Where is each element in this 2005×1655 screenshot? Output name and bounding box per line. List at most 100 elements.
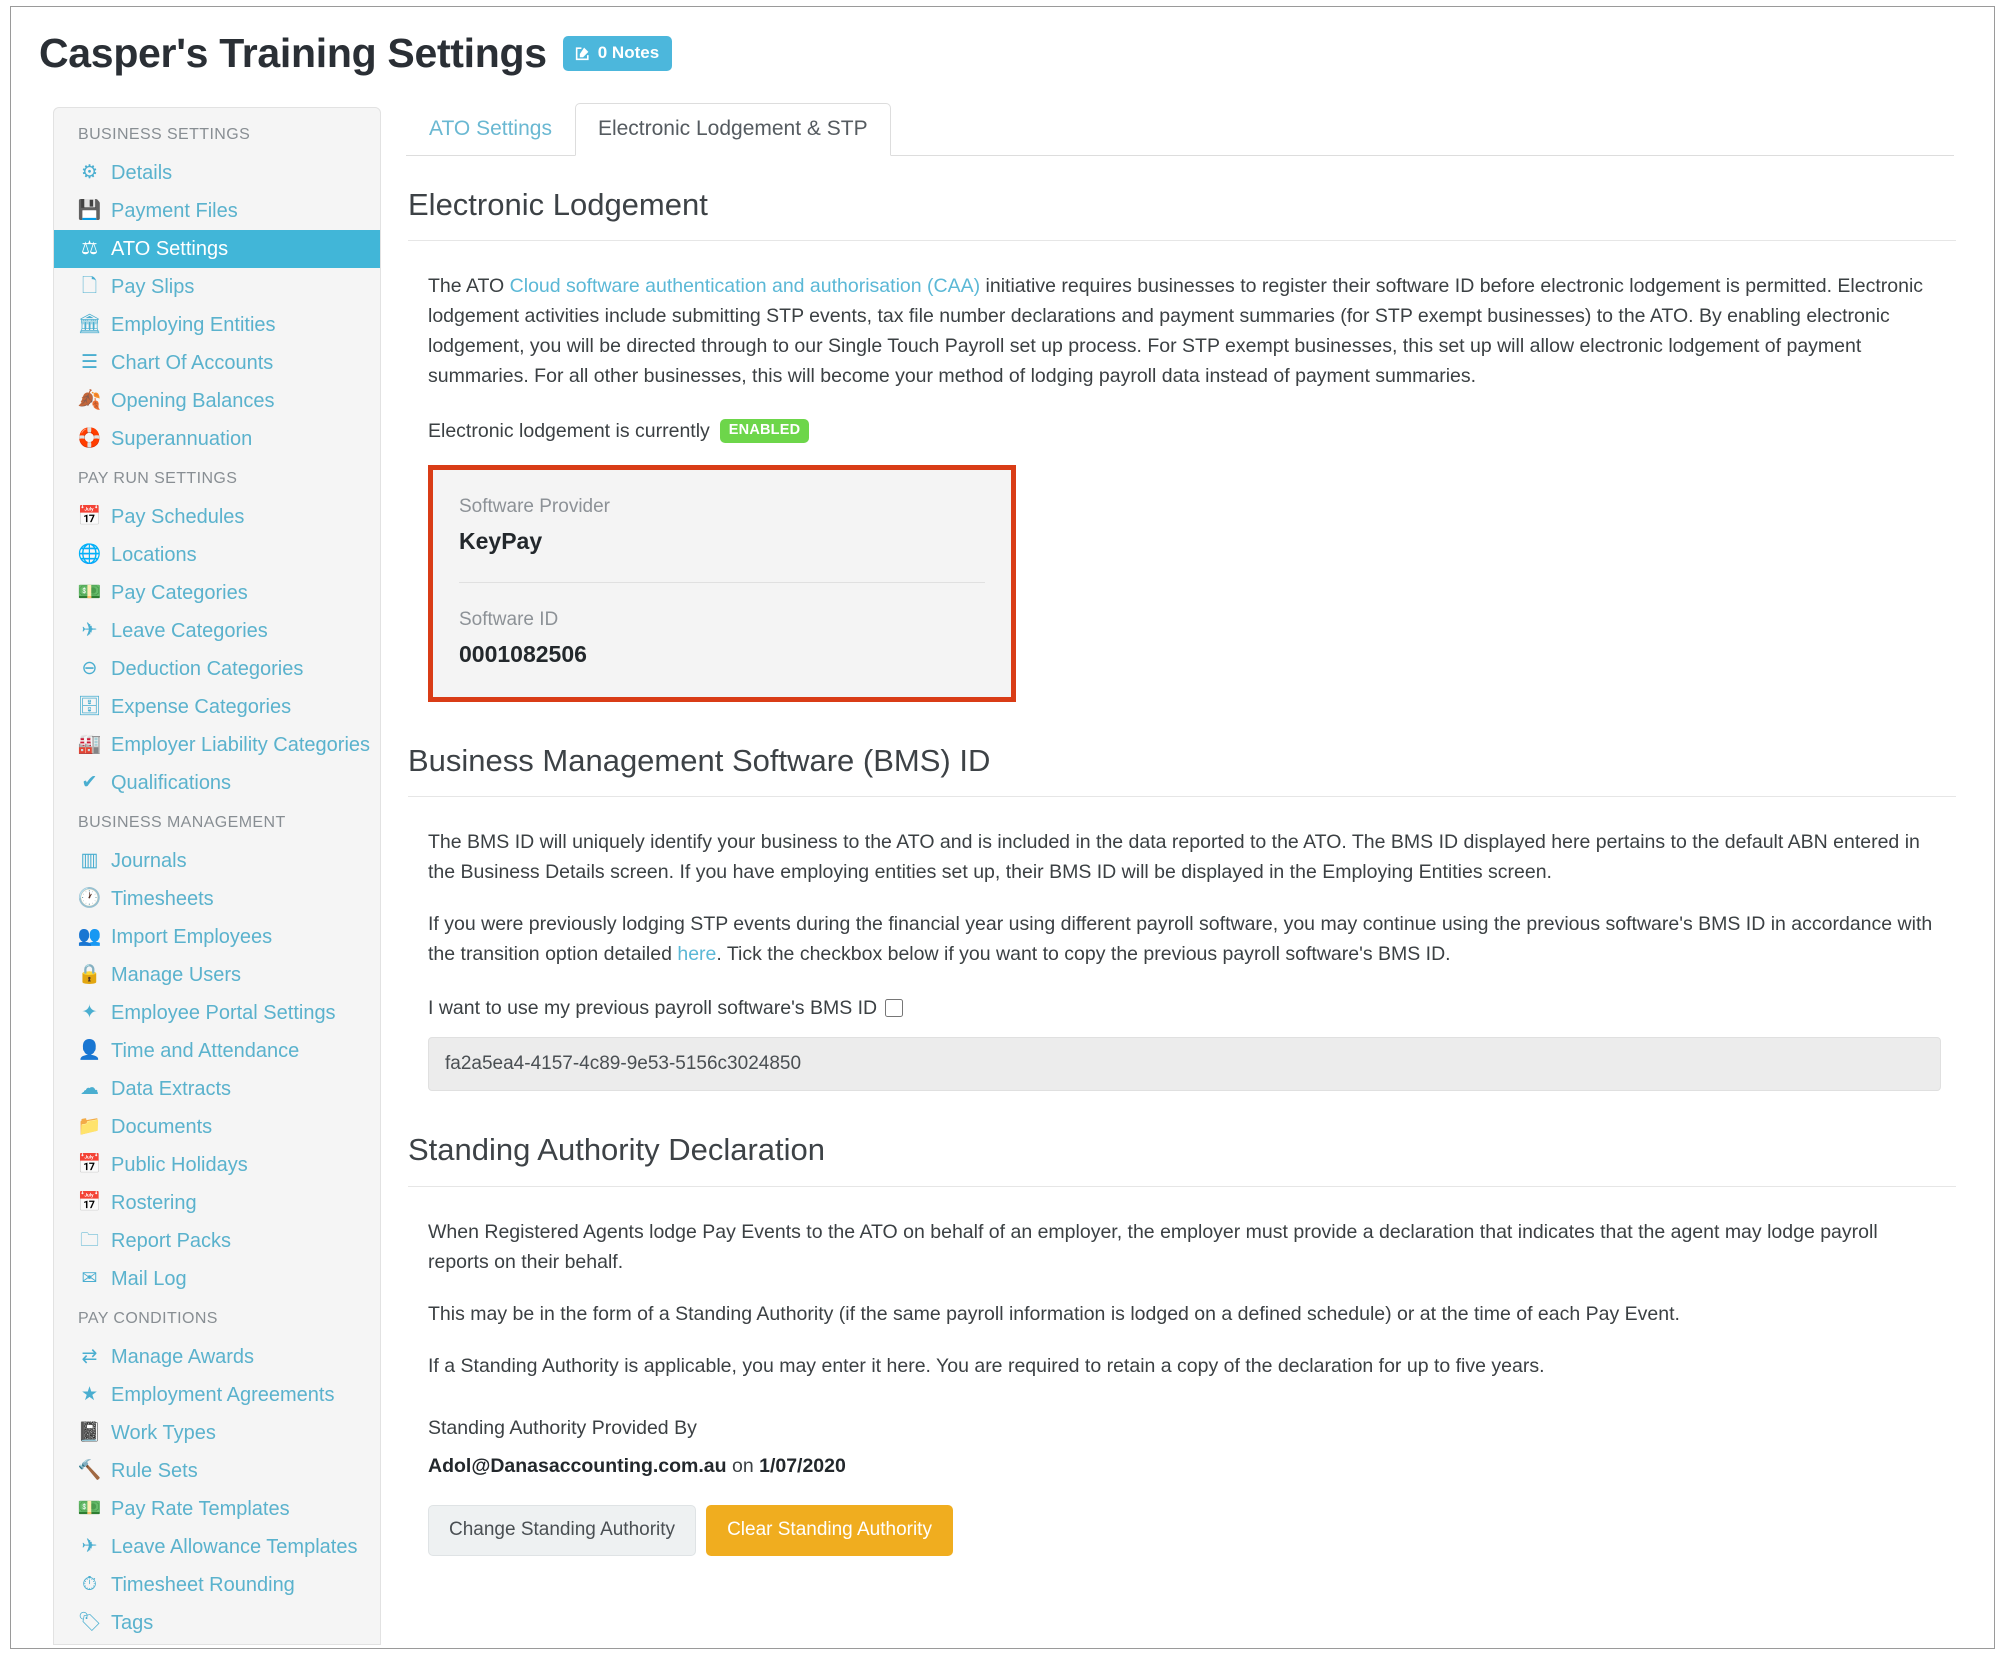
sidebar-item-label: ATO Settings: [111, 235, 228, 263]
floppy-disk-icon: 💾: [78, 197, 101, 225]
sidebar-item-timesheets[interactable]: 🕐Timesheets: [54, 880, 380, 918]
archive-icon: 🗄: [78, 693, 101, 721]
sidebar-item-work-types[interactable]: 📓Work Types: [54, 1414, 380, 1452]
tab-ato-settings[interactable]: ATO Settings: [406, 103, 575, 156]
sidebar-item-pay-categories[interactable]: 💵Pay Categories: [54, 574, 380, 612]
sidebar-item-label: Manage Awards: [111, 1343, 254, 1371]
sidebar-item-employee-portal-settings[interactable]: ✦Employee Portal Settings: [54, 994, 380, 1032]
sidebar-item-leave-allowance-templates[interactable]: ✈Leave Allowance Templates: [54, 1528, 380, 1566]
sidebar-item-qualifications[interactable]: ✔Qualifications: [54, 764, 380, 802]
use-previous-bms-checkbox[interactable]: [885, 999, 903, 1017]
gear-icon: ⚙: [78, 159, 101, 187]
bms-id-value: fa2a5ea4-4157-4c89-9e53-5156c3024850: [445, 1053, 801, 1075]
sidebar-item-rostering[interactable]: 📅 Rostering: [54, 1184, 380, 1222]
sidebar-item-deduction-categories[interactable]: ⊖Deduction Categories: [54, 650, 380, 688]
sidebar-item-label: Details: [111, 159, 172, 187]
sidebar-item-details[interactable]: ⚙ Details: [54, 154, 380, 192]
calendar-icon: 📅: [78, 503, 101, 531]
file-icon: 🗋: [78, 273, 101, 301]
sidebar-item-documents[interactable]: 📁Documents: [54, 1108, 380, 1146]
sidebar-item-superannuation[interactable]: 🛟 Superannuation: [54, 420, 380, 458]
standing-authority-buttons: Change Standing Authority Clear Standing…: [428, 1505, 1966, 1556]
sidebar-item-data-extracts[interactable]: ☁Data Extracts: [54, 1070, 380, 1108]
sidebar-item-chart-of-accounts[interactable]: ☰Chart Of Accounts: [54, 344, 380, 382]
provided-by-date: 1/07/2020: [759, 1455, 846, 1477]
sidebar-item-opening-balances[interactable]: 🍂Opening Balances: [54, 382, 380, 420]
sidebar-item-label: Rostering: [111, 1189, 197, 1217]
sidebar-item-manage-awards[interactable]: ⇄Manage Awards: [54, 1338, 380, 1376]
sidebar-item-locations[interactable]: 🌐 Locations: [54, 536, 380, 574]
tab-electronic-lodgement-stp[interactable]: Electronic Lodgement & STP: [575, 103, 891, 156]
sidebar-item-import-employees[interactable]: 👥Import Employees: [54, 918, 380, 956]
sidebar-item-payment-files[interactable]: 💾 Payment Files: [54, 192, 380, 230]
sidebar-item-manage-users[interactable]: 🔒Manage Users: [54, 956, 380, 994]
book-icon: 📓: [78, 1419, 101, 1447]
section-divider-bms: [408, 796, 1956, 797]
tab-bar: ATO Settings Electronic Lodgement & STP: [406, 103, 1954, 156]
calendar-icon: 📅: [78, 1151, 101, 1179]
plane-icon: ✈: [78, 617, 101, 645]
sidebar-item-journals[interactable]: ▥Journals: [54, 842, 380, 880]
sidebar-item-label: Qualifications: [111, 769, 231, 797]
change-standing-authority-button[interactable]: Change Standing Authority: [428, 1505, 696, 1556]
provided-by-label: Standing Authority Provided By: [428, 1413, 1966, 1443]
sidebar-group-label: BUSINESS SETTINGS: [54, 124, 380, 154]
sidebar-item-tags[interactable]: 🏷Tags: [54, 1604, 380, 1642]
money-icon: 💵: [78, 1495, 101, 1523]
calendar-icon: 📅: [78, 1189, 101, 1217]
provided-by-email: Adol@Danasaccounting.com.au: [428, 1455, 727, 1477]
sidebar-item-expense-categories[interactable]: 🗄Expense Categories: [54, 688, 380, 726]
sidebar-item-rule-sets[interactable]: 🔨 Rule Sets: [54, 1452, 380, 1490]
money-icon: 💵: [78, 579, 101, 607]
here-link[interactable]: here: [677, 943, 716, 965]
folder-outline-icon: 🗀: [78, 1227, 101, 1255]
lifebuoy-icon: 🛟: [78, 425, 101, 453]
sidebar-item-time-and-attendance[interactable]: 👤Time and Attendance: [54, 1032, 380, 1070]
sidebar-item-pay-schedules[interactable]: 📅Pay Schedules: [54, 498, 380, 536]
sidebar-item-leave-categories[interactable]: ✈ Leave Categories: [54, 612, 380, 650]
sidebar-item-label: Rule Sets: [111, 1457, 198, 1485]
sidebar: BUSINESS SETTINGS ⚙ Details 💾 Payment Files ⚖…: [53, 107, 381, 1645]
sidebar-group-label: BUSINESS MANAGEMENT: [54, 802, 380, 842]
field-divider: [459, 582, 985, 583]
leaf-icon: 🍂: [78, 387, 101, 415]
sidebar-item-pay-rate-templates[interactable]: 💵Pay Rate Templates: [54, 1490, 380, 1528]
sidebar-item-pay-slips[interactable]: 🗋Pay Slips: [54, 268, 380, 306]
software-provider-label: Software Provider: [459, 492, 985, 522]
sidebar-item-report-packs[interactable]: 🗀 Report Packs: [54, 1222, 380, 1260]
sidebar-item-employment-agreements[interactable]: ★Employment Agreements: [54, 1376, 380, 1414]
sidebar-item-label: Deduction Categories: [111, 655, 303, 683]
sidebar-item-timesheet-rounding[interactable]: ⏱Timesheet Rounding: [54, 1566, 380, 1604]
bms-description: The BMS ID will uniquely identify your b…: [428, 827, 1941, 969]
list-icon: ☰: [78, 349, 101, 377]
sidebar-item-label: Superannuation: [111, 425, 252, 453]
sidebar-item-mail-log[interactable]: ✉Mail Log: [54, 1260, 380, 1298]
sidebar-item-label: Report Packs: [111, 1227, 231, 1255]
caa-link[interactable]: Cloud software authentication and author…: [510, 275, 980, 297]
section-title-electronic-lodgement: Electronic Lodgement: [408, 186, 1966, 223]
sidebar-item-ato-settings[interactable]: ⚖ATO Settings: [54, 230, 380, 268]
notes-badge[interactable]: 0 Notes: [563, 36, 672, 71]
standing-authority-description: When Registered Agents lodge Pay Events …: [428, 1217, 1941, 1381]
bms-id-field: fa2a5ea4-4157-4c89-9e53-5156c3024850: [428, 1037, 1941, 1091]
sidebar-item-label: Payment Files: [111, 197, 238, 225]
pencil-square-icon: [574, 45, 591, 62]
sidebar-item-label: Leave Categories: [111, 617, 268, 645]
cloud-download-icon: ☁: [78, 1075, 101, 1103]
software-details-highlight-box: Software Provider KeyPay Software ID 000…: [428, 465, 1016, 702]
sidebar-item-label: Employing Entities: [111, 311, 276, 339]
globe-icon: 🌐: [78, 541, 101, 569]
sidebar-item-label: Import Employees: [111, 923, 272, 951]
sidebar-item-label: Timesheets: [111, 885, 214, 913]
use-previous-bms-label: I want to use my previous payroll softwa…: [428, 995, 877, 1021]
bank-icon: 🏛: [78, 311, 101, 339]
sidebar-item-public-holidays[interactable]: 📅Public Holidays: [54, 1146, 380, 1184]
sa-paragraph-3: If a Standing Authority is applicable, y…: [428, 1351, 1941, 1381]
hammer-icon: 🔨: [78, 1457, 101, 1485]
sidebar-item-label: Employer Liability Categories: [111, 731, 370, 759]
sidebar-item-employing-entities[interactable]: 🏛 Employing Entities: [54, 306, 380, 344]
sidebar-item-label: Locations: [111, 541, 197, 569]
sidebar-item-employer-liability-categories[interactable]: 🏭Employer Liability Categories: [54, 726, 380, 764]
clear-standing-authority-button[interactable]: Clear Standing Authority: [706, 1505, 953, 1556]
clock-outline-icon: ⏱: [78, 1571, 101, 1599]
